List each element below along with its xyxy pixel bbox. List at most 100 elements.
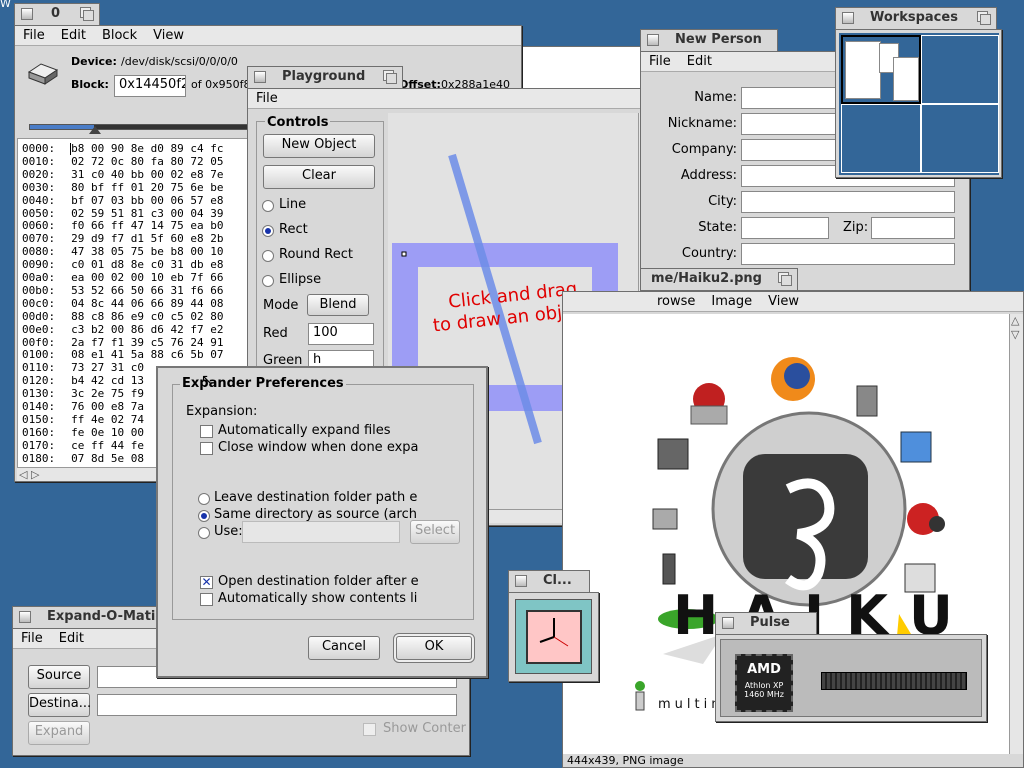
shape-line-radio[interactable] bbox=[262, 200, 274, 212]
hex-row[interactable]: 0170: ce ff 44 fe bbox=[22, 440, 144, 452]
hex-bytes[interactable]: ce ff 44 fe bbox=[71, 440, 144, 452]
pulse-tab[interactable]: Pulse bbox=[715, 612, 817, 634]
slider-thumb[interactable] bbox=[89, 126, 101, 134]
hex-bytes[interactable]: 76 00 e8 7a bbox=[71, 401, 144, 413]
hex-bytes[interactable]: 04 8c 44 06 66 89 44 08 bbox=[71, 298, 223, 310]
close-icon[interactable] bbox=[722, 617, 734, 629]
hex-row[interactable]: 0070: 29 d9 f7 d1 5f 60 e8 2b bbox=[22, 233, 223, 245]
clock-tab[interactable]: Cl... bbox=[508, 570, 590, 592]
close-icon[interactable] bbox=[21, 8, 33, 20]
new-person-tab[interactable]: New Person bbox=[640, 29, 778, 51]
hex-row[interactable]: 00e0: c3 b2 00 86 d6 42 f7 e2 bbox=[22, 324, 223, 336]
menu-block[interactable]: Block bbox=[94, 26, 145, 43]
zoom-icon[interactable] bbox=[383, 70, 397, 84]
hex-bytes[interactable]: c3 b2 00 86 d6 42 f7 e2 bbox=[71, 324, 223, 336]
hex-bytes[interactable]: 47 38 05 75 be b8 00 10 bbox=[71, 246, 223, 258]
hex-bytes[interactable]: ea 00 02 00 10 eb 7f 66 bbox=[71, 272, 223, 284]
hex-row[interactable]: 0050: 02 59 51 81 c3 00 04 39 bbox=[22, 208, 223, 220]
playground-tab[interactable]: Playground bbox=[247, 66, 403, 88]
zoom-icon[interactable] bbox=[80, 7, 94, 21]
hex-row[interactable]: 00c0: 04 8c 44 06 66 89 44 08 bbox=[22, 298, 223, 310]
close-icon[interactable] bbox=[254, 71, 266, 83]
close-icon[interactable] bbox=[647, 34, 659, 46]
position-slider[interactable] bbox=[29, 124, 259, 130]
hex-row[interactable]: 0020: 31 c0 40 bb 00 02 e8 7e bbox=[22, 169, 223, 181]
menu-browse[interactable]: rowse bbox=[649, 292, 703, 309]
close-icon[interactable] bbox=[842, 12, 854, 24]
clear-button[interactable]: Clear bbox=[263, 165, 375, 189]
menu-file[interactable]: File bbox=[15, 26, 53, 43]
scroll-down-icon[interactable]: ▽ bbox=[1011, 328, 1019, 341]
hex-row[interactable]: 0080: 47 38 05 75 be b8 00 10 bbox=[22, 246, 223, 258]
hex-row[interactable]: 0040: bf 07 03 bb 00 06 57 e8 bbox=[22, 195, 223, 207]
hex-bytes[interactable]: 31 c0 40 bb 00 02 e8 7e bbox=[71, 169, 223, 181]
image-v-scrollbar[interactable]: △ ▽ bbox=[1009, 314, 1023, 754]
hex-row[interactable]: 0110: 73 27 31 c0 bbox=[22, 362, 144, 374]
menu-edit[interactable]: Edit bbox=[679, 52, 720, 69]
scroll-up-icon[interactable]: △ bbox=[1011, 314, 1019, 327]
hex-row[interactable]: 0150: ff 4e 02 74 bbox=[22, 414, 144, 426]
hex-bytes[interactable]: fe 0e 10 00 bbox=[71, 427, 144, 439]
workspace-1[interactable] bbox=[841, 35, 921, 104]
hex-row[interactable]: 0120: b4 42 cd 13 bbox=[22, 375, 144, 387]
source-button[interactable]: Source bbox=[28, 665, 90, 689]
zoom-icon[interactable] bbox=[977, 11, 991, 25]
close-icon[interactable] bbox=[515, 575, 527, 587]
hex-row[interactable]: 0140: 76 00 e8 7a bbox=[22, 401, 144, 413]
shape-roundrect-radio[interactable] bbox=[262, 250, 274, 262]
workspace-2[interactable] bbox=[921, 35, 999, 104]
expand-button[interactable]: Expand bbox=[28, 721, 90, 745]
hex-row[interactable]: 0100: 08 e1 41 5a 88 c6 5b 07 bbox=[22, 349, 223, 361]
scroll-left-icon[interactable]: ◁ bbox=[19, 468, 27, 481]
shape-ellipse-radio[interactable] bbox=[262, 275, 274, 287]
menu-file[interactable]: File bbox=[641, 52, 679, 69]
menu-file[interactable]: File bbox=[248, 89, 286, 106]
hex-bytes[interactable]: 07 8d 5e 08 bbox=[71, 453, 144, 465]
workspace-3[interactable] bbox=[841, 104, 921, 173]
hex-bytes[interactable]: c0 01 d8 8e c0 31 db e8 bbox=[71, 259, 223, 271]
scroll-right-icon[interactable]: ▷ bbox=[31, 468, 39, 481]
zip-field[interactable] bbox=[871, 217, 955, 239]
use-path-field[interactable] bbox=[242, 521, 400, 543]
use-radio[interactable] bbox=[198, 527, 210, 539]
hex-bytes[interactable]: 73 27 31 c0 bbox=[71, 362, 144, 374]
hex-row[interactable]: 0160: fe 0e 10 00 bbox=[22, 427, 144, 439]
block-input[interactable]: 0x14450f2 bbox=[114, 75, 186, 97]
expandomatic-tab[interactable]: Expand-O-Matic bbox=[12, 606, 162, 628]
city-field[interactable] bbox=[741, 191, 955, 213]
hex-bytes[interactable]: 88 c8 86 e9 c0 c5 02 80 bbox=[71, 311, 223, 323]
destination-button[interactable]: Destina... bbox=[28, 693, 91, 717]
hex-bytes[interactable]: bf 07 03 bb 00 06 57 e8 bbox=[71, 195, 223, 207]
hex-bytes[interactable]: 29 d9 f7 d1 5f 60 e8 2b bbox=[71, 233, 223, 245]
workspaces-tab[interactable]: Workspaces bbox=[835, 7, 997, 29]
open-dest-checkbox[interactable]: ✕ bbox=[200, 576, 213, 589]
leave-dest-radio[interactable] bbox=[198, 493, 210, 505]
menu-file[interactable]: File bbox=[13, 629, 51, 646]
country-field[interactable] bbox=[741, 243, 955, 265]
red-input[interactable]: 100 bbox=[308, 323, 374, 345]
state-field[interactable] bbox=[741, 217, 829, 239]
hex-bytes[interactable]: 02 72 0c 80 fa 80 72 05 bbox=[71, 156, 223, 168]
showimage-tab[interactable]: me/Haiku2.png bbox=[640, 268, 798, 290]
menu-edit[interactable]: Edit bbox=[51, 629, 92, 646]
hex-row[interactable]: 00b0: 53 52 66 50 66 31 f6 66 bbox=[22, 285, 223, 297]
hex-row[interactable]: 0010: 02 72 0c 80 fa 80 72 05 bbox=[22, 156, 223, 168]
select-button[interactable]: Select bbox=[410, 520, 460, 544]
hex-row[interactable]: 0090: c0 01 d8 8e c0 31 db e8 bbox=[22, 259, 223, 271]
same-dir-radio[interactable] bbox=[198, 510, 210, 522]
ok-button[interactable]: OK bbox=[396, 636, 472, 660]
diskprobe-tab[interactable]: 0 bbox=[14, 3, 100, 25]
destination-field[interactable] bbox=[97, 694, 457, 716]
auto-expand-checkbox[interactable] bbox=[200, 425, 213, 438]
hex-row[interactable]: 0060: f0 66 ff 47 14 75 ea b0 bbox=[22, 220, 223, 232]
auto-show-checkbox[interactable] bbox=[200, 593, 213, 606]
workspace-4[interactable] bbox=[921, 104, 999, 173]
close-when-done-checkbox[interactable] bbox=[200, 442, 213, 455]
hex-row[interactable]: 00f0: 2a f7 f1 39 c5 76 24 91 bbox=[22, 337, 223, 349]
zoom-icon[interactable] bbox=[778, 272, 792, 286]
hex-row[interactable]: 0000: b8 00 90 8e d0 89 c4 fc bbox=[22, 143, 224, 155]
shape-rect-radio[interactable] bbox=[262, 225, 274, 237]
hex-bytes[interactable]: 53 52 66 50 66 31 f6 66 bbox=[71, 285, 223, 297]
show-contents-checkbox[interactable] bbox=[363, 723, 376, 736]
hex-bytes[interactable]: b4 42 cd 13 bbox=[71, 375, 144, 387]
